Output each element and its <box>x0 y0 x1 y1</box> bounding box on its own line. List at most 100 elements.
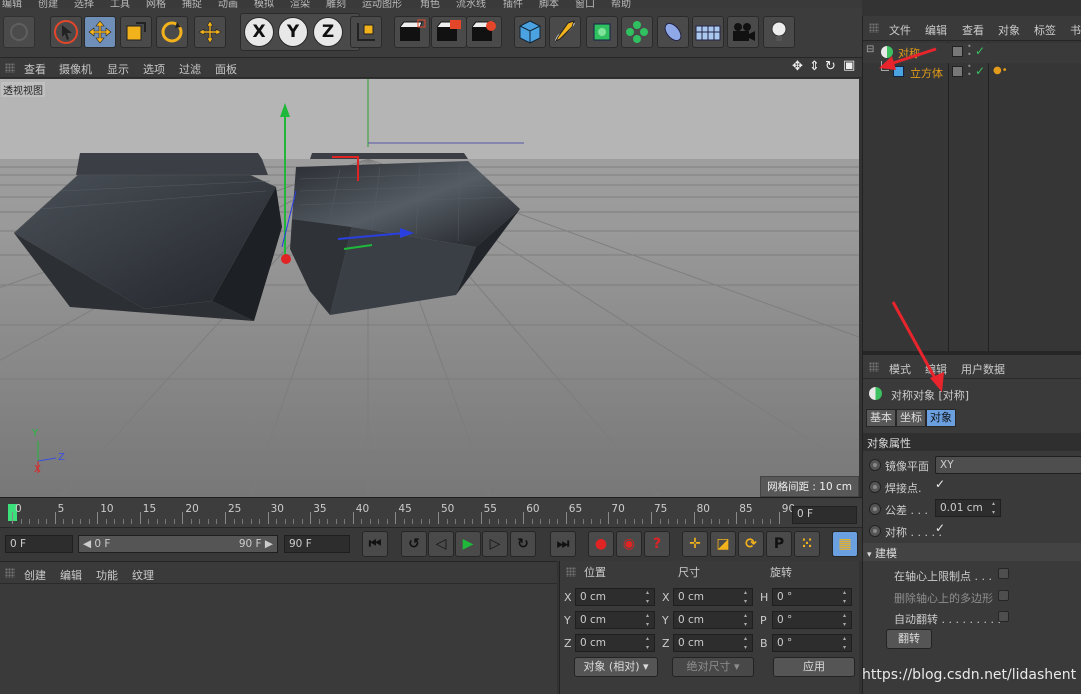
object-menu-item[interactable]: 文件 <box>889 22 911 38</box>
key-pla-icon[interactable]: ⁙ <box>794 531 820 557</box>
end-frame-field[interactable]: 90 F <box>284 535 350 553</box>
play-icon[interactable]: ▶ <box>455 531 481 557</box>
modeling-section-header[interactable]: ▾ 建模 <box>863 543 1081 561</box>
current-frame-field[interactable]: 0 F <box>792 506 857 524</box>
menu-item[interactable]: 角色 <box>420 0 440 8</box>
mirror-plane-dropdown[interactable]: XY <box>935 456 1081 474</box>
render-picture-viewer-icon[interactable] <box>431 16 467 48</box>
perspective-viewport[interactable]: 透视视图 Y Z X 网格间距 : 10 cm <box>0 79 859 497</box>
next-frame-icon[interactable]: ▷ <box>482 531 508 557</box>
y-axis-lock-button[interactable]: Y <box>278 17 308 47</box>
viewport-zoom-icon[interactable]: ⇕ <box>809 59 820 74</box>
viewport-menu-item[interactable]: 显示 <box>107 61 129 77</box>
menu-item[interactable]: 雕刻 <box>326 0 346 8</box>
undo-icon[interactable] <box>3 16 35 48</box>
key-position-icon[interactable]: ✛ <box>682 531 708 557</box>
delete-polygons-checkbox[interactable] <box>998 590 1009 601</box>
animate-radio-icon[interactable] <box>869 481 881 493</box>
menu-item[interactable]: 网格 <box>146 0 166 8</box>
object-menu-item[interactable]: 标签 <box>1034 22 1056 38</box>
menu-item[interactable]: 插件 <box>503 0 523 8</box>
menu-item[interactable]: 动画 <box>218 0 238 8</box>
pos-y-field[interactable]: 0 cm <box>575 611 655 629</box>
pos-x-field[interactable]: 0 cm <box>575 588 655 606</box>
render-view-icon[interactable] <box>394 16 430 48</box>
tab-object[interactable]: 对象 <box>926 409 956 427</box>
timeline-ruler[interactable]: 0 5 10 15 20 25 30 35 40 45 50 55 60 65 70 75 80 85 90 0 F <box>0 497 862 527</box>
flip-button[interactable]: 翻转 <box>886 629 932 649</box>
coordinate-system-icon[interactable] <box>350 16 382 48</box>
menu-item[interactable]: 模拟 <box>254 0 274 8</box>
pen-spline-icon[interactable] <box>549 16 581 48</box>
menu-item[interactable]: 渲染 <box>290 0 310 8</box>
key-scale-icon[interactable]: ◪ <box>710 531 736 557</box>
key-rotation-icon[interactable]: ⟳ <box>738 531 764 557</box>
size-y-field[interactable]: 0 cm <box>673 611 753 629</box>
object-menu-item[interactable]: 查看 <box>962 22 984 38</box>
object-menu-item[interactable]: 书 <box>1070 22 1081 38</box>
menu-item[interactable]: 流水线 <box>456 0 486 8</box>
material-menu-item[interactable]: 创建 <box>24 567 46 583</box>
go-to-end-icon[interactable]: ⏭ <box>550 531 576 557</box>
keyframe-selection-icon[interactable]: ? <box>644 531 670 557</box>
viewport-rotate-icon[interactable]: ↻ <box>825 59 836 74</box>
coordinate-mode-dropdown[interactable]: 对象 (相对) ▾ <box>574 657 658 677</box>
rotate-tool-icon[interactable] <box>156 16 188 48</box>
cloner-icon[interactable] <box>621 16 653 48</box>
frame-range-slider[interactable]: ◀ 0 F 90 F ▶ <box>78 535 278 553</box>
apply-button[interactable]: 应用 <box>773 657 855 677</box>
rot-p-field[interactable]: 0 ° <box>772 611 852 629</box>
animate-radio-icon[interactable] <box>869 525 881 537</box>
material-menu-item[interactable]: 功能 <box>96 567 118 583</box>
viewport-pan-icon[interactable]: ✥ <box>792 59 803 74</box>
floor-environment-icon[interactable] <box>692 16 724 48</box>
weld-points-checkbox[interactable]: ✓ <box>935 477 945 491</box>
menu-item[interactable]: 窗口 <box>575 0 595 8</box>
cube-icon[interactable] <box>514 16 546 48</box>
menu-item[interactable]: 捕捉 <box>182 0 202 8</box>
autokey-icon[interactable]: ◉ <box>616 531 642 557</box>
viewport-menu-item[interactable]: 摄像机 <box>59 61 92 77</box>
camera-icon[interactable] <box>727 16 759 48</box>
tab-basic[interactable]: 基本 <box>866 409 896 427</box>
previous-frame-icon[interactable]: ◁ <box>428 531 454 557</box>
material-menu-item[interactable]: 编辑 <box>60 567 82 583</box>
move-tool-icon[interactable] <box>84 16 116 48</box>
menu-item[interactable]: 帮助 <box>611 0 631 8</box>
tab-coordinates[interactable]: 坐标 <box>896 409 926 427</box>
deformer-icon[interactable] <box>657 16 689 48</box>
menu-item[interactable]: 工具 <box>110 0 130 8</box>
limit-points-checkbox[interactable] <box>998 568 1009 579</box>
light-icon[interactable] <box>763 16 795 48</box>
menu-item[interactable]: 选择 <box>74 0 94 8</box>
viewport-menu-item[interactable]: 面板 <box>215 61 237 77</box>
tolerance-field[interactable]: 0.01 cm <box>935 499 1001 517</box>
last-tool-icon[interactable] <box>194 16 226 48</box>
z-axis-lock-button[interactable]: Z <box>313 17 343 47</box>
menu-item[interactable]: 脚本 <box>539 0 559 8</box>
viewport-maximize-icon[interactable]: ▣ <box>843 58 855 73</box>
size-z-field[interactable]: 0 cm <box>673 634 753 652</box>
symmetry-checkbox[interactable]: ✓ <box>935 521 945 535</box>
material-menu-item[interactable]: 纹理 <box>132 567 154 583</box>
menu-item[interactable]: 运动图形 <box>362 0 402 8</box>
timeline-window-icon[interactable]: ▦ <box>832 531 858 557</box>
size-mode-dropdown[interactable]: 绝对尺寸 ▾ <box>672 657 754 677</box>
go-to-start-icon[interactable]: ⏮ <box>362 531 388 557</box>
x-axis-lock-button[interactable]: X <box>244 17 274 47</box>
pos-z-field[interactable]: 0 cm <box>575 634 655 652</box>
subdivision-surface-icon[interactable] <box>586 16 618 48</box>
select-tool-icon[interactable] <box>50 16 82 48</box>
start-frame-field[interactable]: 0 F <box>5 535 73 553</box>
object-menu-item[interactable]: 对象 <box>998 22 1020 38</box>
menu-item[interactable]: 创建 <box>38 0 58 8</box>
viewport-menu-item[interactable]: 查看 <box>24 61 46 77</box>
rot-b-field[interactable]: 0 ° <box>772 634 852 652</box>
auto-flip-checkbox[interactable] <box>998 611 1009 622</box>
animate-radio-icon[interactable] <box>869 503 881 515</box>
key-parameter-icon[interactable]: P <box>766 531 792 557</box>
viewport-menu-item[interactable]: 选项 <box>143 61 165 77</box>
previous-key-icon[interactable]: ↺ <box>401 531 427 557</box>
viewport-menu-item[interactable]: 过滤 <box>179 61 201 77</box>
size-x-field[interactable]: 0 cm <box>673 588 753 606</box>
